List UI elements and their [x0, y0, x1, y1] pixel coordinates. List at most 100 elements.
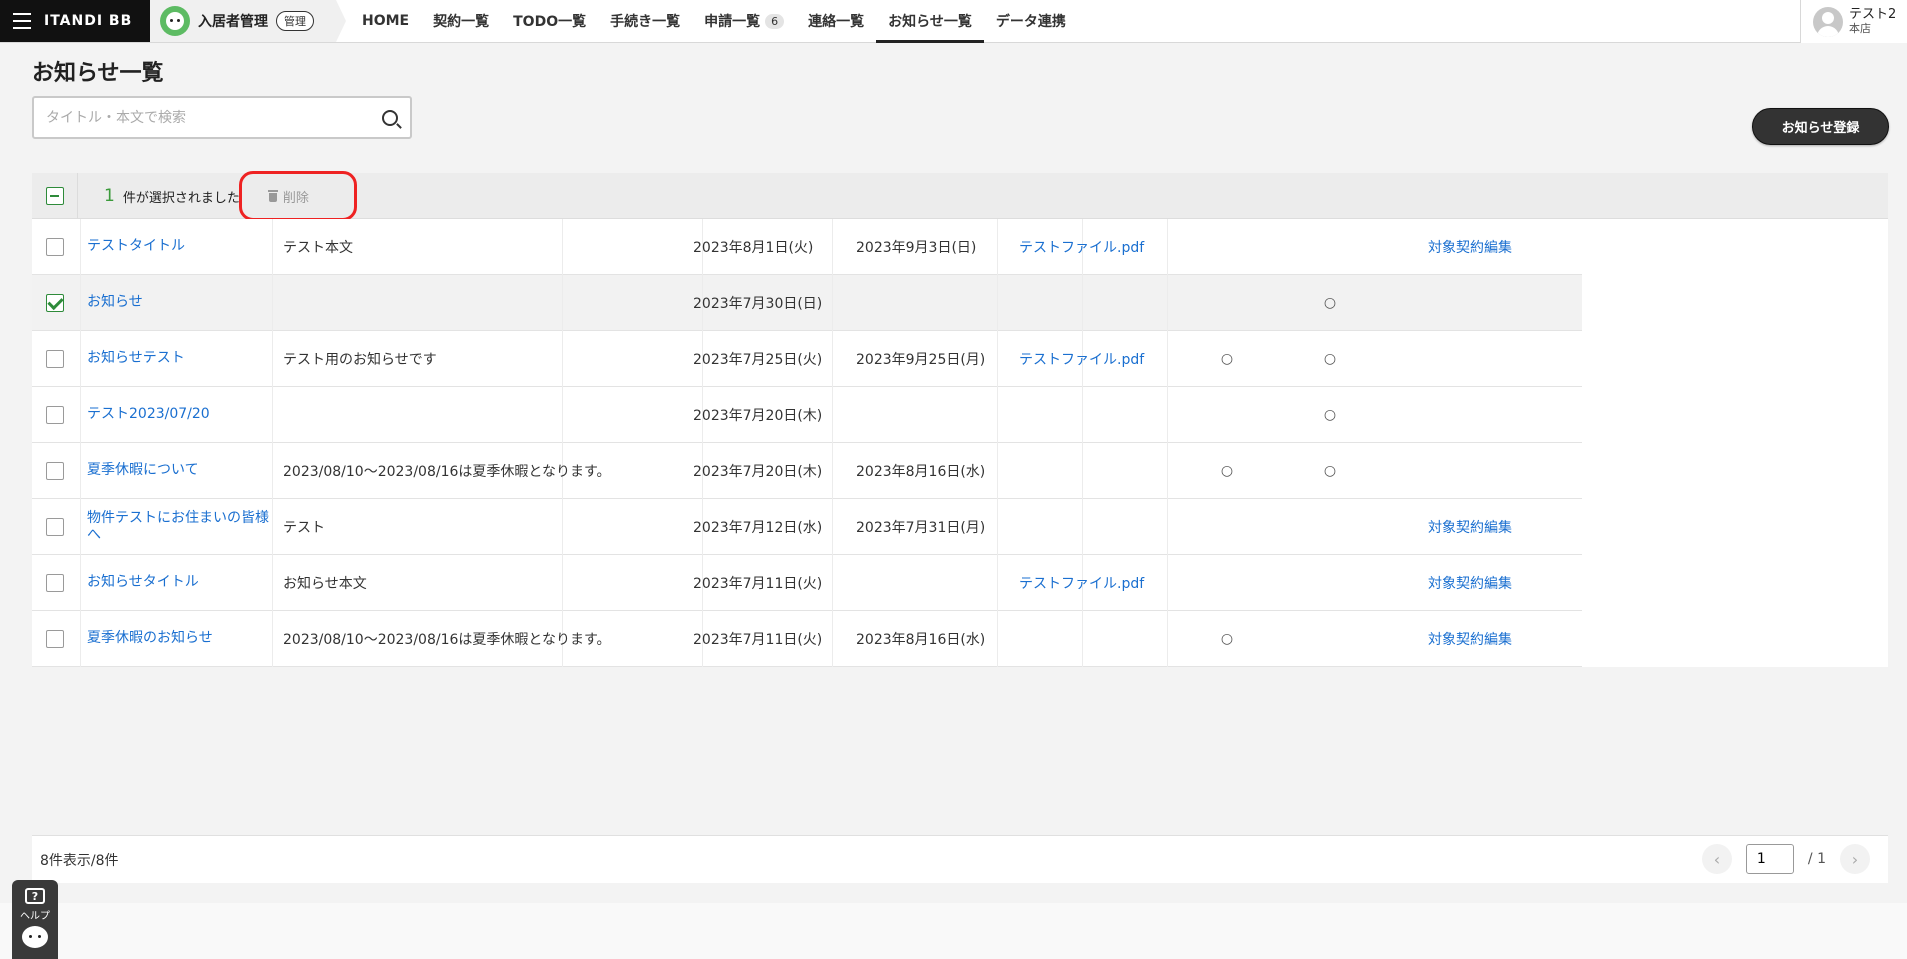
- attachment-link[interactable]: テストファイル.pdf: [1019, 219, 1179, 275]
- flag-mark: [1217, 219, 1237, 275]
- nav-item-label: 連絡一覧: [808, 14, 865, 30]
- edit-target-contracts-link: [1428, 443, 1548, 499]
- table-row[interactable]: 物件テストにお住まいの皆様へ テスト 2023年7月12日(水) 2023年7月31日…: [32, 499, 1582, 555]
- nav-count-badge: 6: [765, 13, 785, 29]
- notice-title-link[interactable]: テスト2023/07/20: [87, 387, 277, 443]
- row-check-cell: [32, 611, 78, 667]
- start-date: 2023年7月11日(火): [693, 576, 823, 592]
- selected-count: 1: [104, 186, 115, 206]
- pagination: ‹ / 1 ›: [1701, 844, 1870, 874]
- table-row[interactable]: お知らせ 2023年7月30日(日) ○: [32, 275, 1582, 331]
- bottom-band: [0, 903, 1907, 959]
- app-name: 入居者管理: [198, 14, 268, 30]
- notice-title-link[interactable]: お知らせタイトル: [87, 555, 277, 611]
- notice-body: お知らせ本文: [283, 576, 367, 592]
- search-input[interactable]: [34, 98, 382, 137]
- nav-item[interactable]: お知らせ一覧: [876, 0, 984, 43]
- column-divider: [80, 611, 81, 667]
- row-checkbox[interactable]: [46, 574, 64, 592]
- register-notice-button[interactable]: お知らせ登録: [1752, 108, 1889, 145]
- notice-title-link[interactable]: 夏季休暇のお知らせ: [87, 611, 277, 667]
- edit-target-contracts-link[interactable]: 対象契約編集: [1428, 555, 1548, 611]
- table-row[interactable]: お知らせテスト テスト用のお知らせです 2023年7月25日(火) 2023年9月25…: [32, 331, 1582, 387]
- edit-target-contracts-link: [1428, 387, 1548, 443]
- flag-mark: [1320, 499, 1340, 555]
- column-divider: [80, 219, 81, 275]
- edit-target-contracts-link[interactable]: 対象契約編集: [1428, 611, 1548, 667]
- notice-table: 1 件が選択されました 削除 テストタイトル テスト本文 2023年8月1日(火) 2…: [32, 171, 1888, 667]
- row-checkbox[interactable]: [46, 462, 64, 480]
- delete-button[interactable]: 削除: [267, 187, 309, 206]
- row-check-cell: [32, 219, 78, 275]
- user-name: テスト2: [1849, 7, 1897, 23]
- end-date: 2023年7月31日(月): [856, 520, 986, 536]
- nav-item-label: 申請一覧: [704, 14, 761, 30]
- flag-mark: [1217, 275, 1237, 331]
- row-checkbox[interactable]: [46, 630, 64, 648]
- table-row[interactable]: 夏季休暇のお知らせ 2023/08/10〜2023/08/16は夏季休暇となります…: [32, 611, 1582, 667]
- table-row[interactable]: テストタイトル テスト本文 2023年8月1日(火) 2023年9月3日(日) テストフ…: [32, 219, 1582, 275]
- nav-item-label: TODO一覧: [513, 14, 587, 30]
- row-checkbox[interactable]: [46, 238, 64, 256]
- notice-title-link[interactable]: お知らせテスト: [87, 331, 277, 387]
- app-switcher[interactable]: 入居者管理 管理: [150, 0, 346, 42]
- nav-item[interactable]: データ連携: [984, 0, 1078, 42]
- attachment-link[interactable]: テストファイル.pdf: [1019, 555, 1179, 611]
- notice-title-link[interactable]: お知らせ: [87, 275, 277, 331]
- column-divider: [80, 275, 81, 331]
- notice-body: テスト本文: [283, 240, 353, 256]
- nav-item[interactable]: 連絡一覧: [796, 0, 876, 42]
- table-row[interactable]: テスト2023/07/20 2023年7月20日(木) ○: [32, 387, 1582, 443]
- search-icon[interactable]: [382, 109, 398, 126]
- flag-mark: ○: [1323, 407, 1337, 423]
- column-divider: [80, 331, 81, 387]
- nav-item[interactable]: 契約一覧: [421, 0, 501, 42]
- attachment-link[interactable]: テストファイル.pdf: [1019, 331, 1179, 387]
- nav-item[interactable]: HOME: [350, 0, 421, 42]
- select-all-checkbox[interactable]: [45, 187, 64, 205]
- end-date: [856, 387, 1016, 443]
- table-row[interactable]: 夏季休暇について 2023/08/10〜2023/08/16は夏季休暇となります。…: [32, 443, 1582, 499]
- edit-target-contracts-link[interactable]: 対象契約編集: [1428, 219, 1548, 275]
- notice-title-link[interactable]: 夏季休暇について: [87, 443, 277, 499]
- notice-title-link[interactable]: 物件テストにお住まいの皆様へ: [87, 499, 277, 555]
- start-date: 2023年7月20日(木): [693, 464, 823, 480]
- delete-label: 削除: [282, 190, 309, 206]
- display-count: 8件表示/8件: [40, 852, 119, 869]
- edit-target-contracts-link: [1428, 331, 1548, 387]
- help-button[interactable]: ? ヘルプ: [12, 880, 58, 959]
- start-date: 2023年7月11日(火): [693, 632, 823, 648]
- edit-target-contracts-link: [1428, 275, 1548, 331]
- notice-title-link[interactable]: テストタイトル: [87, 219, 277, 275]
- flag-mark: [1320, 219, 1340, 275]
- page-number-input[interactable]: [1745, 844, 1794, 874]
- table-body: テストタイトル テスト本文 2023年8月1日(火) 2023年9月3日(日) テストフ…: [32, 219, 1582, 667]
- notice-body: [283, 275, 713, 331]
- row-checkbox[interactable]: [46, 406, 64, 424]
- page-total: / 1: [1807, 851, 1826, 867]
- row-check-cell: [32, 443, 78, 499]
- start-date: 2023年7月25日(火): [693, 352, 823, 368]
- bear-mascot-icon: [160, 6, 190, 36]
- admin-badge: 管理: [276, 11, 314, 31]
- chevron-right-icon[interactable]: ›: [1840, 844, 1870, 874]
- chevron-left-icon[interactable]: ‹: [1701, 844, 1732, 874]
- hamburger-menu-icon[interactable]: [0, 13, 44, 29]
- user-menu[interactable]: テスト2 本店: [1800, 0, 1907, 43]
- nav-item[interactable]: 手続き一覧: [598, 0, 692, 42]
- row-checkbox[interactable]: [46, 518, 64, 536]
- itandi-bb-logo[interactable]: ITANDI BB: [44, 13, 132, 29]
- table-row[interactable]: お知らせタイトル お知らせ本文 2023年7月11日(火) テストファイル.pdf 対象…: [32, 555, 1582, 611]
- nav-item[interactable]: 申請一覧 6: [692, 0, 796, 42]
- end-date: 2023年9月3日(日): [856, 240, 977, 256]
- main-nav: HOME 契約一覧 TODO一覧 手続き一覧 申請一覧 6 連絡一覧 お知らせ一覧 データ連携: [350, 0, 1078, 43]
- row-checkbox[interactable]: [46, 350, 64, 368]
- row-checkbox[interactable]: [46, 294, 64, 312]
- nav-item[interactable]: TODO一覧: [501, 0, 598, 42]
- edit-target-contracts-link[interactable]: 対象契約編集: [1428, 499, 1548, 555]
- notice-body: テスト: [283, 520, 325, 536]
- trash-icon: [267, 190, 278, 202]
- attachment-link: [1019, 443, 1179, 499]
- search-box: [32, 96, 412, 139]
- end-date: 2023年8月16日(水): [856, 632, 986, 648]
